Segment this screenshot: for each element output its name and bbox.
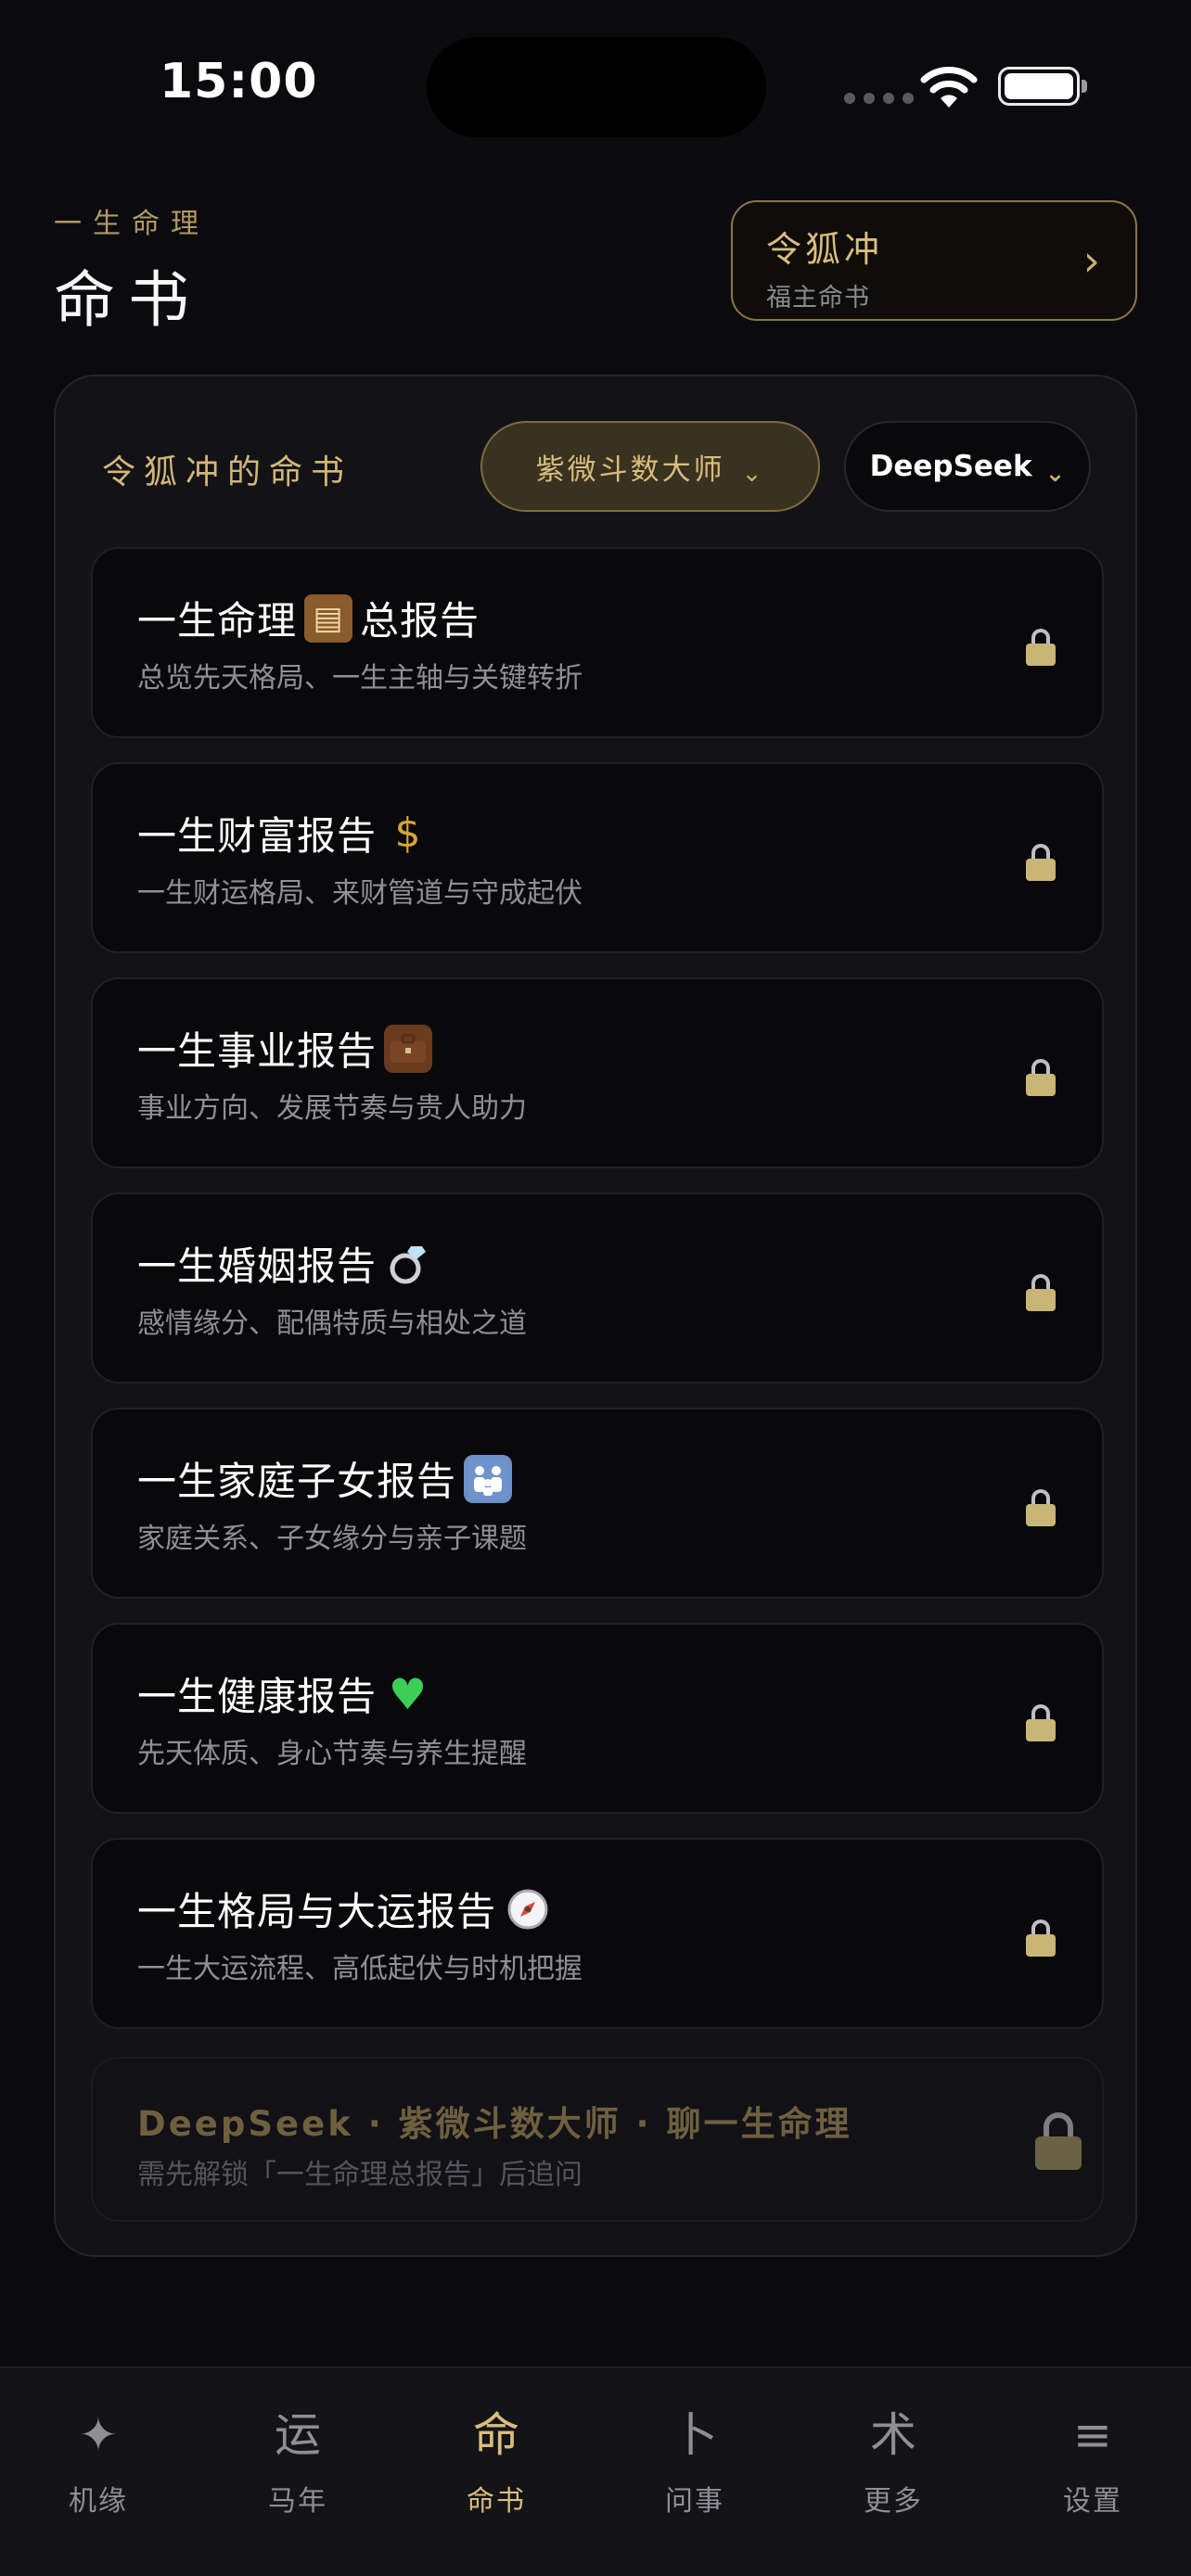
lock-icon <box>1026 1919 1056 1957</box>
profile-name: 令狐冲 <box>766 229 884 270</box>
chevron-down-icon: ⌄ <box>741 460 765 488</box>
battery-icon <box>998 67 1080 106</box>
ai-chat-entry[interactable]: DeepSeek · 紫微斗数大师 · 聊一生命理 需先解锁「一生命理总报告」后… <box>91 2057 1104 2222</box>
wifi-icon <box>920 67 978 108</box>
report-title: 一生财富报告 $ <box>137 805 432 861</box>
master-select-value: 紫微斗数大师 <box>535 453 725 487</box>
report-item-family[interactable]: 一生家庭子女报告 家庭关系、子女缘分与亲子课题 <box>91 1408 1104 1599</box>
lock-icon <box>1035 2112 1082 2170</box>
report-title: 一生命理 ▤ 总报告 <box>137 590 480 646</box>
compass-icon <box>504 1885 552 1933</box>
green-heart-icon: ♥ <box>388 1668 429 1719</box>
report-title-text: 一生事业报告 <box>137 1028 378 1074</box>
lock-icon <box>1026 1274 1056 1311</box>
profile-subtitle: 福主命书 <box>766 284 870 312</box>
bottom-tab-bar: ✦ 机缘 运 马年 命 命书 卜 问事 术 更多 ≡ 设置 <box>0 2366 1191 2576</box>
scroll-icon: ▤ <box>304 593 353 643</box>
model-select-value: DeepSeek <box>869 450 1032 483</box>
report-description: 一生财运格局、来财管道与守成起伏 <box>137 877 583 910</box>
master-select-dropdown[interactable]: 紫微斗数大师 ⌄ <box>480 421 820 512</box>
tab-label: 马年 <box>268 2485 327 2518</box>
report-title-text: 一生命理 <box>137 598 298 644</box>
lock-icon <box>1026 1704 1056 1741</box>
dynamic-island <box>427 37 766 137</box>
family-icon <box>464 1454 513 1503</box>
bu-glyph-icon: 卜 <box>672 2408 718 2462</box>
report-title-text: 一生健康报告 <box>137 1674 378 1719</box>
cellular-signal-icon <box>844 93 914 104</box>
tab-label: 更多 <box>864 2485 923 2518</box>
report-item-health[interactable]: 一生健康报告 ♥ 先天体质、身心节奏与养生提醒 <box>91 1623 1104 1814</box>
model-select-dropdown[interactable]: DeepSeek ⌄ <box>844 421 1091 512</box>
tab-wenshi[interactable]: 卜 问事 <box>630 2405 760 2519</box>
tab-jiyuan[interactable]: ✦ 机缘 <box>33 2405 163 2519</box>
tab-shezhi[interactable]: ≡ 设置 <box>1028 2405 1158 2519</box>
battery-nub <box>1082 80 1087 93</box>
report-item-marriage[interactable]: 一生婚姻报告 感情缘分、配偶特质与相处之道 <box>91 1192 1104 1384</box>
report-item-wealth[interactable]: 一生财富报告 $ 一生财运格局、来财管道与守成起伏 <box>91 762 1104 953</box>
destiny-book-card: 令狐冲的命书 紫微斗数大师 ⌄ DeepSeek ⌄ 一生命理 ▤ 总报告 总览… <box>54 375 1137 2257</box>
lock-icon <box>1026 844 1056 881</box>
tab-label: 设置 <box>1063 2485 1122 2518</box>
yun-glyph-icon: 运 <box>275 2408 321 2462</box>
report-title-text: 一生婚姻报告 <box>137 1243 378 1289</box>
chat-description: 需先解锁「一生命理总报告」后追问 <box>137 2159 583 2191</box>
report-title: 一生家庭子女报告 <box>137 1450 513 1507</box>
report-title: 一生格局与大运报告 <box>137 1881 552 1937</box>
card-title: 令狐冲的命书 <box>102 453 353 491</box>
menu-icon: ≡ <box>1073 2408 1112 2462</box>
report-description: 事业方向、发展节奏与贵人助力 <box>137 1092 527 1125</box>
shu-glyph-icon: 术 <box>870 2408 916 2462</box>
report-title-text: 总报告 <box>360 598 480 644</box>
report-description: 家庭关系、子女缘分与亲子课题 <box>137 1523 527 1555</box>
page-subtitle: 一生命理 <box>54 208 210 240</box>
report-title: 一生健康报告 ♥ <box>137 1665 432 1722</box>
report-title: 一生婚姻报告 <box>137 1235 432 1292</box>
report-description: 先天体质、身心节奏与养生提醒 <box>137 1738 527 1770</box>
ring-icon <box>384 1240 432 1288</box>
briefcase-icon <box>384 1024 433 1073</box>
ming-glyph-icon: 命 <box>473 2408 519 2462</box>
report-item-fortune-cycle[interactable]: 一生格局与大运报告 一生大运流程、高低起伏与时机把握 <box>91 1838 1104 2029</box>
tab-label: 机缘 <box>69 2485 128 2518</box>
report-item-overview[interactable]: 一生命理 ▤ 总报告 总览先天格局、一生主轴与关键转折 <box>91 547 1104 738</box>
report-description: 一生大运流程、高低起伏与时机把握 <box>137 1953 583 1985</box>
report-title-text: 一生财富报告 <box>137 813 378 859</box>
report-description: 感情缘分、配偶特质与相处之道 <box>137 1307 527 1340</box>
tab-gengduo[interactable]: 术 更多 <box>828 2405 958 2519</box>
tab-mingshu[interactable]: 命 命书 <box>431 2405 561 2519</box>
chat-title: DeepSeek · 紫微斗数大师 · 聊一生命理 <box>137 2104 852 2144</box>
page-title: 命书 <box>54 264 202 336</box>
money-bag-icon: $ <box>394 810 422 857</box>
page: 15:00 一生命理 命书 令狐冲 福主命书 › 令狐冲的命书 紫微斗数大师 ⌄… <box>0 0 1191 2576</box>
lock-icon <box>1026 1489 1056 1526</box>
lock-icon <box>1026 1059 1056 1096</box>
lock-icon <box>1026 629 1056 666</box>
report-title-text: 一生家庭子女报告 <box>137 1459 457 1504</box>
report-title: 一生事业报告 <box>137 1020 433 1077</box>
tab-label: 命书 <box>467 2485 526 2518</box>
tab-manian[interactable]: 运 马年 <box>233 2405 363 2519</box>
report-title-text: 一生格局与大运报告 <box>137 1889 497 1934</box>
chevron-right-icon: › <box>1082 236 1100 286</box>
sparkle-icon: ✦ <box>79 2408 118 2462</box>
profile-switch-button[interactable]: 令狐冲 福主命书 › <box>731 200 1137 321</box>
report-item-career[interactable]: 一生事业报告 事业方向、发展节奏与贵人助力 <box>91 977 1104 1168</box>
status-time: 15:00 <box>160 54 318 109</box>
report-description: 总览先天格局、一生主轴与关键转折 <box>137 662 583 695</box>
chevron-down-icon: ⌄ <box>1044 460 1066 488</box>
tab-label: 问事 <box>665 2485 724 2518</box>
